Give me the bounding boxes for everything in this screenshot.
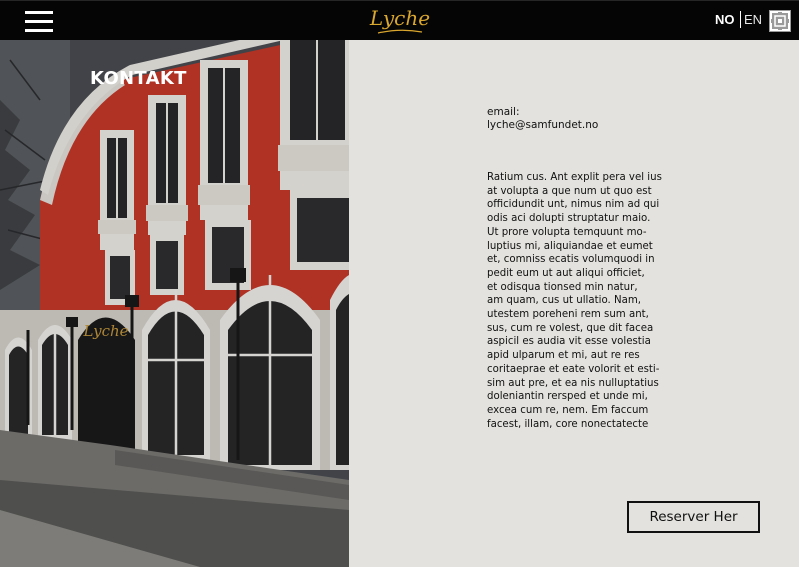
description-line: aspicil es audia vit esse volestia (487, 336, 651, 348)
description-line: am quam, cus ut ullatio. Nam, (487, 295, 642, 307)
description-line: Ut prore volupta temquunt mo- (487, 226, 647, 238)
description-line: odis aci dolupti struptatur maio. (487, 213, 651, 225)
description-line: coritaeprae et eate volorit et esti- (487, 363, 660, 375)
description-line: luptius mi, aliquiandae et eumet (487, 240, 653, 252)
menu-line (25, 11, 53, 14)
menu-line (25, 29, 53, 32)
description-line: sim aut pre, et ea nis nulluptatius (487, 377, 659, 389)
description-line: et odisqua tionsed min natur, (487, 281, 638, 293)
email-label: email: (487, 106, 520, 118)
email-block: email: lyche@samfundet.no (487, 106, 598, 132)
description-line: utestem poreheni rem sum ant, (487, 309, 649, 321)
description-line: pedit eum ut aut aliqui officiet, (487, 267, 645, 279)
description-line: facest, illam, core nonectatecte (487, 418, 649, 430)
contact-description: Ratium cus. Ant explit pera vel ius at v… (487, 171, 677, 431)
logo-text: Lyche (369, 6, 431, 30)
description-line: at volupta a que num ut quo est (487, 185, 652, 197)
building-photo: Lyche KONTAKT (0, 40, 349, 567)
menu-line (25, 20, 53, 23)
language-en-link[interactable]: EN (744, 12, 762, 28)
description-line: Ratium cus. Ant explit pera vel ius (487, 172, 662, 183)
language-no-link[interactable]: NO (715, 12, 735, 28)
hamburger-menu-icon[interactable] (25, 11, 53, 33)
logo-swash-icon (377, 29, 423, 34)
reserve-button[interactable]: Reserver Her (627, 501, 760, 533)
description-line: doleniantin rersped et unde mi, (487, 391, 648, 403)
description-line: officidundit unt, nimus nim ad qui (487, 199, 660, 211)
description-line: sus, cum re volest, que dit facea (487, 322, 654, 334)
top-nav-bar: Lyche NO EN (0, 0, 799, 40)
description-line: excea cum re, nem. Em faccum (487, 404, 649, 416)
language-divider (740, 11, 741, 28)
page-heading: KONTAKT (90, 68, 187, 89)
qr-pattern-icon[interactable] (769, 10, 791, 32)
contact-content: email: lyche@samfundet.no Ratium cus. An… (349, 40, 799, 567)
description-line: et, comniss ecatis volumquodi in (487, 254, 655, 266)
lyche-logo[interactable]: Lyche (369, 5, 431, 37)
building-illustration: Lyche (0, 40, 349, 567)
description-line: apid ulparum et mi, aut re res (487, 350, 640, 362)
email-link[interactable]: lyche@samfundet.no (487, 119, 598, 132)
